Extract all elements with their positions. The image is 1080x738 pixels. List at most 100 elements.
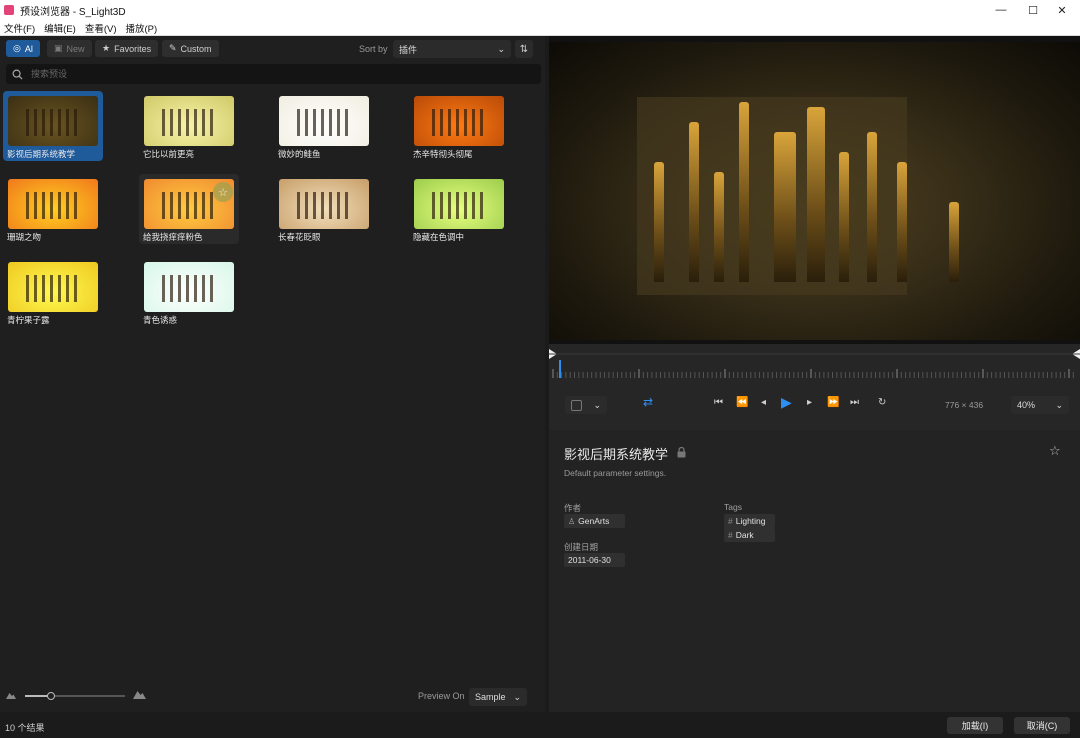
sort-by-label: Sort by — [359, 44, 388, 54]
sort-by-select[interactable]: 插件 ⌄ — [393, 40, 511, 58]
app-logo-icon — [4, 5, 14, 15]
filter-favorites-button[interactable]: ★ Favorites — [95, 40, 159, 57]
preview-on-value: Sample — [475, 692, 506, 702]
preset-tile[interactable]: 青色诱惑 — [139, 257, 239, 327]
preset-tile[interactable]: 长春花眨眼 — [274, 174, 374, 244]
rewind-button[interactable]: ⏪ — [736, 397, 748, 408]
favorite-star-icon[interactable]: ☆ — [213, 182, 233, 202]
preset-description: Default parameter settings. — [564, 468, 667, 478]
preset-tile[interactable]: 它比以前更亮 — [139, 91, 239, 161]
tag-lighting: Lighting — [735, 516, 766, 526]
chevron-down-icon: ⌄ — [497, 43, 505, 54]
preview-spike — [839, 152, 849, 282]
date-value: 2011-06-30 — [568, 555, 611, 565]
chevron-down-icon: ⌄ — [1055, 399, 1063, 410]
hash-icon: # — [728, 530, 733, 540]
zoom-value: 40% — [1017, 400, 1036, 410]
menu-bar: 文件(F) 编辑(E) 查看(V) 播放(P) — [0, 20, 1080, 36]
hash-icon: # — [728, 516, 733, 526]
large-mountain-icon — [133, 691, 146, 699]
window-title: 预设浏览器 - S_Light3D — [20, 6, 126, 18]
step-back-button[interactable]: ◂ — [761, 397, 766, 408]
author-label: 作者 — [564, 503, 582, 513]
date-pill: 2011-06-30 — [564, 553, 625, 567]
skip-to-end-button[interactable]: ⏭ — [850, 397, 859, 408]
small-mountain-icon — [6, 693, 16, 699]
menu-view[interactable]: 查看(V) — [81, 21, 122, 35]
left-footer: Preview On Sample ⌄ — [0, 683, 545, 707]
loop-icon[interactable]: ↻ — [878, 397, 886, 408]
preset-tile[interactable]: ☆ 给我挠痒痒粉色 — [139, 174, 239, 244]
preset-label: 青色诱惑 — [143, 315, 178, 325]
step-forward-button[interactable]: ▸ — [807, 397, 812, 408]
fast-forward-button[interactable]: ⏩ — [827, 397, 839, 408]
sort-order-icon: ⇅ — [519, 43, 529, 55]
preset-tile[interactable]: 微妙的鲑鱼 — [274, 91, 374, 161]
cancel-button[interactable]: 取消(C) — [1014, 717, 1070, 734]
thumbnail-graphic — [162, 274, 216, 302]
preset-thumbnail — [8, 179, 98, 229]
thumbnail-graphic — [432, 191, 486, 219]
preset-label: 微妙的鲑鱼 — [278, 149, 321, 159]
tag-dark: Dark — [735, 530, 754, 540]
preset-label: 影视后期系统教学 — [7, 149, 76, 159]
filter-toolbar: ◎ Al ▣ New ★ Favorites ✎ Custom Sort by … — [0, 36, 545, 62]
filter-new-button[interactable]: ▣ New — [47, 40, 92, 57]
preview-spike — [689, 122, 699, 282]
minimize-button[interactable]: — — [983, 0, 1019, 20]
menu-play[interactable]: 播放(P) — [121, 21, 162, 35]
thumbnail-graphic — [162, 108, 216, 136]
play-button[interactable]: ▶ — [781, 394, 792, 411]
preview-spike — [807, 107, 825, 282]
search-input[interactable] — [31, 69, 511, 79]
menu-edit[interactable]: 编辑(E) — [40, 21, 81, 35]
preview-on-label: Preview On — [418, 691, 465, 701]
preset-label: 青柠果子露 — [7, 315, 50, 325]
chevron-down-icon: ⌄ — [513, 691, 521, 702]
preview-viewer[interactable] — [549, 36, 1080, 344]
tags-label: Tags — [724, 502, 742, 512]
zoom-select[interactable]: 40% ⌄ — [1011, 396, 1069, 414]
author-value: GenArts — [578, 516, 610, 526]
thumbnail-size-handle[interactable] — [47, 692, 55, 700]
preset-label: 给我挠痒痒粉色 — [143, 232, 203, 242]
preset-thumbnail — [144, 96, 234, 146]
preset-label: 隐藏在色调中 — [413, 232, 465, 242]
preview-image — [549, 42, 1080, 340]
tag-pill[interactable]: # Dark — [724, 528, 775, 542]
sort-order-button[interactable]: ⇅ — [515, 40, 533, 58]
load-button[interactable]: 加载(I) — [947, 717, 1003, 734]
preset-tile[interactable]: 青柠果子露 — [3, 257, 103, 327]
skip-to-start-button[interactable]: ⏮ — [714, 397, 723, 408]
filter-all-button[interactable]: ◎ Al — [6, 40, 40, 57]
preset-tile[interactable]: 隐藏在色调中 — [409, 174, 509, 244]
color-swatch — [571, 399, 582, 411]
favorite-star-icon[interactable]: ☆ — [1049, 443, 1061, 459]
background-color-select[interactable]: ⌄ — [565, 396, 607, 414]
search-bar — [6, 64, 541, 84]
menu-file[interactable]: 文件(F) — [0, 21, 40, 35]
preset-browser-panel: ◎ Al ▣ New ★ Favorites ✎ Custom Sort by … — [0, 36, 545, 712]
preset-tile[interactable]: 杰辛特彻头彻尾 — [409, 91, 509, 161]
preview-spike — [739, 102, 749, 282]
pencil-icon: ✎ — [169, 43, 177, 53]
close-window-button[interactable]: ✕ — [1044, 0, 1080, 20]
preset-thumbnail — [8, 262, 98, 312]
preset-tile[interactable]: 影视后期系统教学 — [3, 91, 103, 161]
preset-tile[interactable]: 珊瑚之吻 — [3, 174, 103, 244]
shuffle-icon[interactable]: ⇄ — [643, 395, 653, 409]
filter-all-label: Al — [24, 43, 33, 54]
preset-thumbnail — [8, 96, 98, 146]
filter-custom-label: Custom — [180, 43, 212, 54]
preview-on-select[interactable]: Sample ⌄ — [469, 688, 527, 706]
status-bar: 10 个结果 加载(I) 取消(C) — [0, 712, 1080, 738]
thumbnail-graphic — [297, 108, 351, 136]
timeline[interactable] — [549, 348, 1080, 388]
chevron-down-icon: ⌄ — [593, 399, 601, 410]
filter-custom-button[interactable]: ✎ Custom — [162, 40, 219, 57]
tag-pill[interactable]: # Lighting — [724, 514, 775, 528]
preview-spike — [897, 162, 907, 282]
package-icon: ▣ — [54, 43, 63, 53]
user-icon: ♙ — [568, 516, 576, 526]
preset-label: 长春花眨眼 — [278, 232, 321, 242]
